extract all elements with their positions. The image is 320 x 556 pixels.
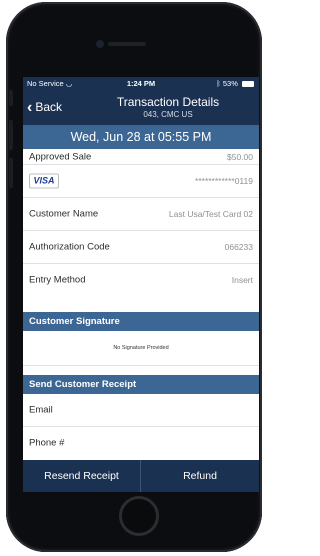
bluetooth-icon: ᛒ [216, 79, 223, 88]
email-row: Email [23, 394, 259, 427]
action-bar: Resend Receipt Refund [23, 460, 259, 492]
transaction-type-row: Approved Sale $50.00 [23, 149, 259, 165]
earpiece-speaker [108, 42, 146, 46]
signature-area: No Signature Provided [23, 331, 259, 366]
battery-status: ᛒ 53% [216, 77, 254, 91]
customer-signature-header: Customer Signature [23, 312, 259, 331]
chevron-left-icon: ‹ [27, 99, 33, 116]
detail-value: Last Usa/Test Card 02 [168, 209, 253, 219]
transaction-amount: $50.00 [227, 151, 253, 162]
detail-row-entry-method: Entry Method Insert [23, 264, 259, 296]
detail-value: Insert [231, 275, 253, 285]
card-row: VISA ************0119 [23, 165, 259, 198]
send-receipt-header: Send Customer Receipt [23, 375, 259, 394]
phone-row: Phone # [23, 427, 259, 459]
back-button[interactable]: ‹ Back [27, 99, 62, 117]
detail-row-authorization-code: Authorization Code 066233 [23, 231, 259, 264]
refund-button[interactable]: Refund [141, 460, 259, 492]
page-title: Transaction Details [116, 95, 220, 109]
resend-receipt-button[interactable]: Resend Receipt [23, 460, 140, 492]
mute-switch [9, 90, 13, 106]
card-number: ************0119 [195, 176, 253, 186]
front-camera [96, 40, 104, 48]
status-bar: No Service ◡ 1:24 PM ᛒ 53% [23, 77, 259, 91]
email-field[interactable] [73, 398, 253, 422]
detail-row-customer-name: Customer Name Last Usa/Test Card 02 [23, 198, 259, 231]
transaction-type-label: Approved Sale [29, 151, 92, 162]
visa-card-icon: VISA [29, 173, 59, 189]
volume-down-button [9, 158, 13, 188]
back-label: Back [35, 100, 63, 114]
home-button[interactable] [119, 496, 159, 536]
app-screen: No Service ◡ 1:24 PM ᛒ 53% ‹ Back Transac… [23, 77, 259, 492]
volume-up-button [9, 120, 13, 150]
page-subtitle: 043, CMC US [143, 110, 193, 119]
detail-value: 066233 [224, 242, 253, 252]
battery-percent: 53% [222, 79, 238, 88]
navigation-bar: ‹ Back Transaction Details 043, CMC US [23, 91, 259, 125]
phone-field[interactable] [73, 431, 253, 455]
transaction-date-banner: Wed, Jun 28 at 05:55 PM [23, 125, 259, 149]
phone-label: Phone # [29, 437, 65, 449]
detail-label: Authorization Code [29, 241, 110, 253]
email-label: Email [29, 404, 53, 416]
detail-label: Customer Name [29, 208, 99, 220]
battery-icon [242, 81, 254, 87]
detail-label: Entry Method [29, 274, 86, 286]
